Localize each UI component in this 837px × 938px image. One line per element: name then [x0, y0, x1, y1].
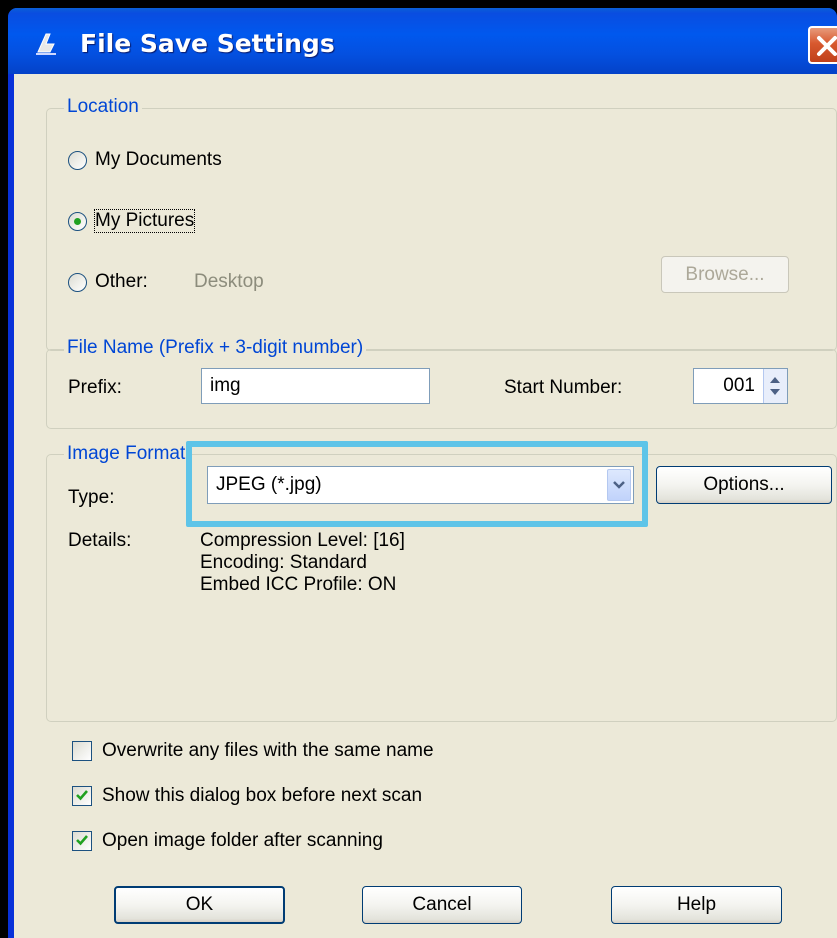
- check-icon: [76, 790, 88, 801]
- type-label: Type:: [68, 487, 115, 508]
- scanner-icon: [36, 33, 56, 55]
- check-icon: [76, 835, 88, 846]
- ok-button-label: OK: [185, 894, 214, 915]
- dialog-body: Location My Documents My Pictures Other:…: [14, 74, 837, 938]
- image-format-legend: Image Format: [64, 443, 189, 465]
- options-button[interactable]: Options...: [656, 466, 832, 504]
- radio-label: Other:: [95, 271, 148, 292]
- checkbox-label: Show this dialog box before next scan: [102, 785, 423, 806]
- start-number-label: Start Number:: [504, 377, 623, 398]
- ok-button[interactable]: OK: [114, 886, 285, 924]
- start-number-value: 001: [723, 375, 755, 396]
- close-button[interactable]: [808, 26, 837, 64]
- location-legend: Location: [64, 96, 142, 118]
- cancel-button-label: Cancel: [412, 894, 472, 915]
- checkbox-box[interactable]: [72, 786, 92, 806]
- details-label: Details:: [68, 530, 132, 551]
- dialog-window: File Save Settings Location My Documents…: [8, 8, 837, 938]
- details-icc-profile: Embed ICC Profile: ON: [200, 574, 397, 595]
- details-compression: Compression Level: [16]: [200, 530, 405, 551]
- checkbox-label: Open image folder after scanning: [102, 830, 383, 851]
- prefix-input[interactable]: img: [201, 368, 430, 404]
- prefix-label: Prefix:: [68, 377, 122, 398]
- file-name-legend: File Name (Prefix + 3-digit number): [64, 337, 367, 359]
- dropdown-arrow-button[interactable]: [607, 469, 631, 501]
- details-encoding: Encoding: Standard: [200, 552, 367, 573]
- checkbox-label: Overwrite any files with the same name: [102, 740, 434, 761]
- other-path-text: Desktop: [194, 271, 264, 292]
- type-dropdown-value: JPEG (*.jpg): [216, 474, 322, 495]
- radio-label: My Pictures: [93, 209, 196, 233]
- radio-button[interactable]: [68, 273, 87, 292]
- browse-button-label: Browse...: [685, 263, 765, 285]
- title-bar[interactable]: File Save Settings: [8, 8, 837, 74]
- close-icon: [817, 36, 837, 56]
- help-button[interactable]: Help: [611, 886, 782, 924]
- radio-selected-dot: [74, 218, 81, 225]
- spinner-buttons[interactable]: [763, 369, 787, 403]
- radio-label: My Documents: [95, 149, 222, 170]
- help-button-label: Help: [676, 894, 717, 915]
- prefix-input-value: img: [210, 375, 241, 396]
- options-button-label: Options...: [703, 474, 785, 495]
- start-number-stepper[interactable]: 001: [693, 368, 788, 404]
- spinner-arrows-icon: [770, 377, 780, 395]
- window-title: File Save Settings: [80, 29, 335, 58]
- chevron-down-icon: [613, 481, 625, 489]
- radio-button-selected[interactable]: [68, 212, 87, 231]
- browse-button[interactable]: Browse...: [661, 256, 789, 293]
- checkbox-box[interactable]: [72, 831, 92, 851]
- radio-button[interactable]: [68, 151, 87, 170]
- cancel-button[interactable]: Cancel: [362, 886, 522, 924]
- type-dropdown[interactable]: JPEG (*.jpg): [207, 466, 634, 504]
- checkbox-box[interactable]: [72, 741, 92, 761]
